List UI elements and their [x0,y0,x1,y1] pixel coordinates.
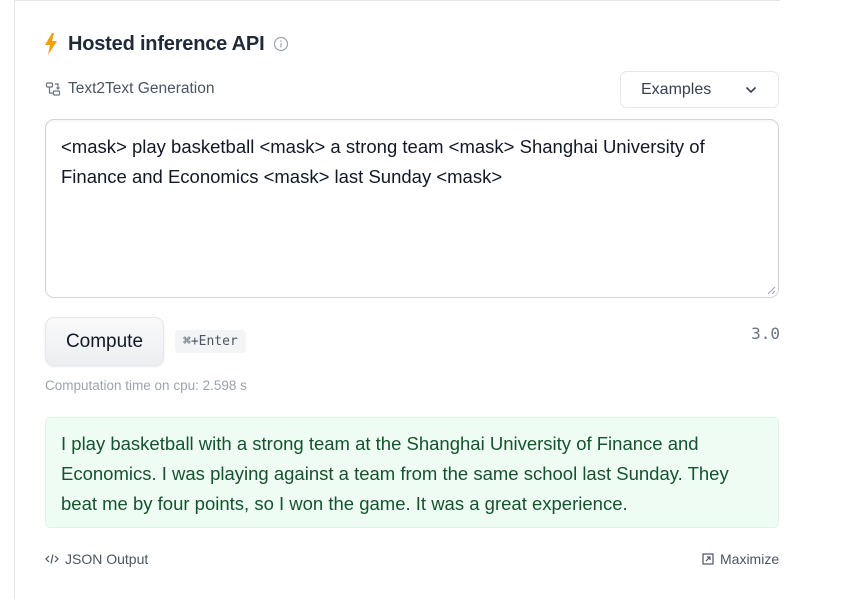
task-type: Text2Text Generation [45,78,214,100]
keyboard-shortcut: ⌘+Enter [175,330,246,353]
output-box: I play basketball with a strong team at … [45,417,779,528]
resize-handle[interactable] [767,286,776,295]
code-icon [45,553,59,565]
maximize-icon [702,553,714,565]
json-output-link[interactable]: JSON Output [45,549,148,569]
widget-border-top [14,0,780,1]
examples-dropdown[interactable]: Examples [620,71,779,108]
widget-header: Hosted inference API [44,30,289,58]
input-text[interactable]: <mask> play basketball <mask> a strong t… [61,136,705,187]
chevron-down-icon [744,83,758,97]
widget-border-left [14,0,15,599]
info-icon[interactable] [273,36,289,52]
text2text-task-icon [45,81,61,97]
maximize-button[interactable]: Maximize [702,549,779,569]
examples-label: Examples [641,80,712,98]
input-textarea[interactable]: <mask> play basketball <mask> a strong t… [45,119,779,298]
compute-button[interactable]: Compute [45,317,164,366]
version-label: 3.0 [751,324,780,343]
widget-title: Hosted inference API [68,32,265,55]
lightning-bolt-icon [44,33,58,55]
maximize-label: Maximize [720,551,780,567]
computation-time: Computation time on cpu: 2.598 s [45,378,247,393]
output-text: I play basketball with a strong team at … [61,433,729,514]
task-label: Text2Text Generation [68,80,215,97]
json-output-label: JSON Output [65,551,149,567]
